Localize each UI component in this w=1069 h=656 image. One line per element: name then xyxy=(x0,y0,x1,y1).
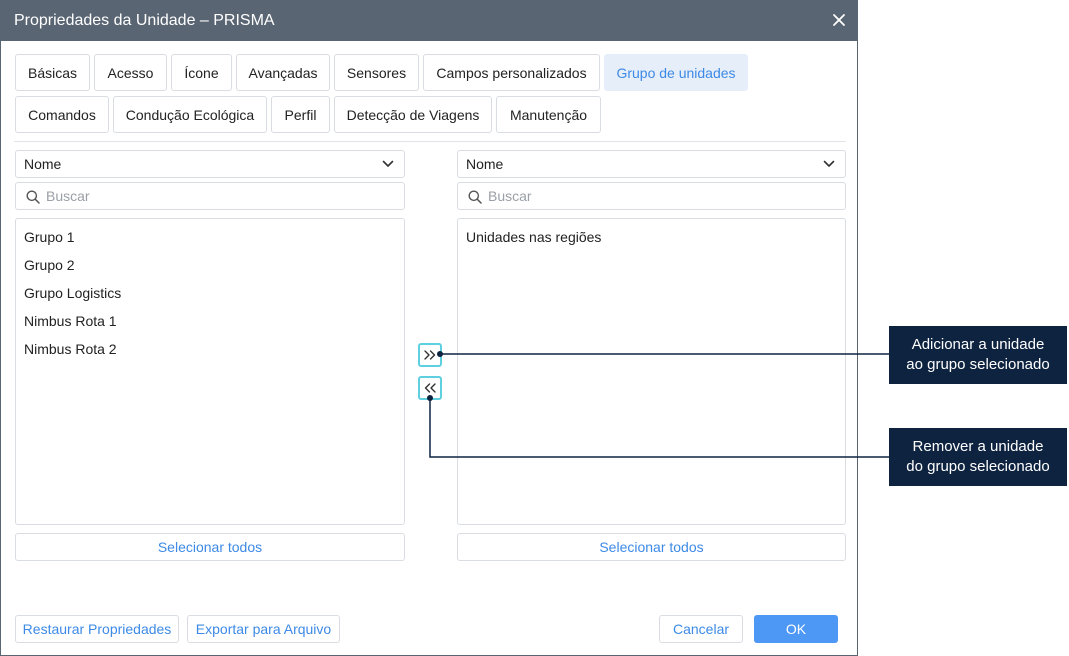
chevron-down-icon xyxy=(382,160,394,167)
tab-icone[interactable]: Ícone xyxy=(171,54,232,91)
left-search-box xyxy=(15,182,405,210)
tab-deteccao-de-viagens[interactable]: Detecção de Viagens xyxy=(334,96,492,133)
search-icon xyxy=(468,190,482,204)
right-search-box xyxy=(457,182,846,210)
tab-label: Perfil xyxy=(284,106,317,123)
restore-properties-button[interactable]: Restaurar Propriedades xyxy=(15,615,179,643)
ok-button[interactable]: OK xyxy=(754,615,838,643)
cancel-button[interactable]: Cancelar xyxy=(659,615,743,643)
tabs-divider xyxy=(14,141,846,142)
chevron-down-icon xyxy=(823,160,835,167)
right-unit-list: Unidades nas regiões xyxy=(457,218,846,525)
left-select-all-button[interactable]: Selecionar todos xyxy=(15,533,405,561)
tab-label: Detecção de Viagens xyxy=(346,106,480,123)
dialog-titlebar: Propriedades da Unidade – PRISMA xyxy=(1,1,857,41)
search-icon xyxy=(26,190,40,204)
remove-from-group-button[interactable] xyxy=(418,376,442,400)
tab-label: Condução Ecológica xyxy=(125,106,255,123)
remove-callout: Remover a unidade do grupo selecionado xyxy=(889,428,1067,486)
close-icon[interactable] xyxy=(831,12,847,28)
tab-label: Grupo de unidades xyxy=(616,64,736,81)
left-group-list: Grupo 1 Grupo 2 Grupo Logistics Nimbus R… xyxy=(15,218,405,525)
left-sort-select[interactable]: Nome xyxy=(15,150,405,178)
left-sort-value: Nome xyxy=(24,156,62,172)
list-item[interactable]: Nimbus Rota 1 xyxy=(24,313,117,329)
tab-label: Ícone xyxy=(184,64,219,81)
tab-grupo-de-unidades[interactable]: Grupo de unidades xyxy=(604,54,748,91)
add-to-group-button[interactable] xyxy=(418,343,442,367)
tab-perfil[interactable]: Perfil xyxy=(271,96,330,133)
list-item[interactable]: Grupo 2 xyxy=(24,257,75,273)
dialog-title: Propriedades da Unidade – PRISMA xyxy=(14,12,275,29)
right-select-all-button[interactable]: Selecionar todos xyxy=(457,533,846,561)
left-search-input[interactable] xyxy=(46,186,394,206)
right-sort-value: Nome xyxy=(466,156,504,172)
tab-label: Básicas xyxy=(27,64,78,81)
list-item[interactable]: Grupo Logistics xyxy=(24,285,121,301)
tab-conducao-ecologica[interactable]: Condução Ecológica xyxy=(113,96,267,133)
right-sort-select[interactable]: Nome xyxy=(457,150,846,178)
list-item[interactable]: Nimbus Rota 2 xyxy=(24,341,117,357)
list-item[interactable]: Grupo 1 xyxy=(24,229,75,245)
double-chevron-left-icon xyxy=(424,383,436,393)
tab-label: Avançadas xyxy=(248,64,318,81)
unit-properties-dialog: Propriedades da Unidade – PRISMA Básicas… xyxy=(0,0,858,656)
tab-label: Comandos xyxy=(28,106,96,123)
tab-acesso[interactable]: Acesso xyxy=(94,54,167,91)
tab-label: Manutenção xyxy=(509,106,588,123)
tab-label: Sensores xyxy=(346,64,407,81)
export-to-file-button[interactable]: Exportar para Arquivo xyxy=(187,615,340,643)
tab-label: Campos personalizados xyxy=(436,64,587,81)
tab-comandos[interactable]: Comandos xyxy=(15,96,109,133)
tab-basicas[interactable]: Básicas xyxy=(15,54,90,91)
add-callout-line1: Adicionar a unidade xyxy=(911,336,1045,353)
tab-avancadas[interactable]: Avançadas xyxy=(236,54,330,91)
double-chevron-right-icon xyxy=(424,350,436,360)
remove-callout-line2: do grupo selecionado xyxy=(906,458,1050,475)
right-search-input[interactable] xyxy=(488,186,835,206)
tab-campos-personalizados[interactable]: Campos personalizados xyxy=(423,54,600,91)
tab-manutencao[interactable]: Manutenção xyxy=(496,96,601,133)
right-list-message: Unidades nas regiões xyxy=(466,229,602,245)
add-callout-line2: ao grupo selecionado xyxy=(906,356,1050,373)
add-callout: Adicionar a unidade ao grupo selecionado xyxy=(889,326,1067,384)
tab-label: Acesso xyxy=(107,64,154,81)
tab-sensores[interactable]: Sensores xyxy=(334,54,419,91)
remove-callout-line1: Remover a unidade xyxy=(912,438,1044,455)
